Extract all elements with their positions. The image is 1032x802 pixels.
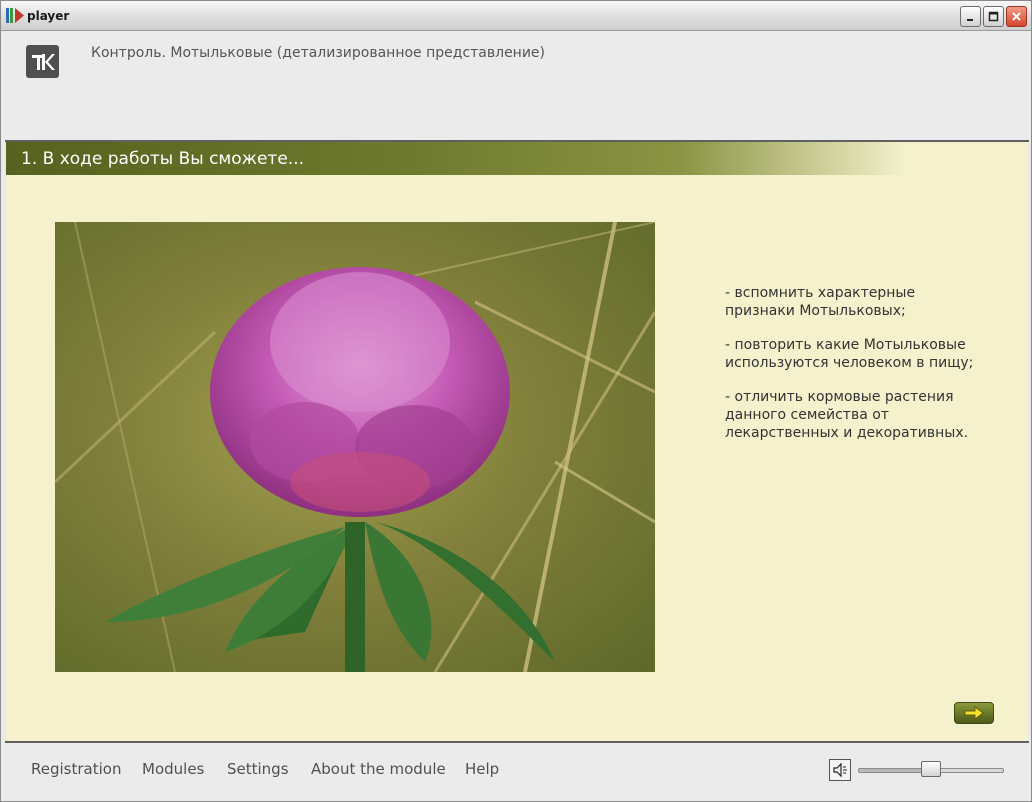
menu-settings[interactable]: Settings [227,760,289,778]
list-item: - вспомнить характерные признаки Мотыльк… [725,285,916,319]
minimize-button[interactable] [960,6,981,27]
section-title: 1. В ходе работы Вы сможете... [21,149,304,169]
close-button[interactable] [1006,6,1027,27]
window-title: player [27,9,70,23]
section-header: 1. В ходе работы Вы сможете... [6,142,906,175]
volume-slider-thumb[interactable] [921,761,941,777]
maximize-icon [988,11,999,22]
menu-help[interactable]: Help [465,760,499,778]
content-area: 1. В ходе работы Вы сможете... - вспомни… [6,142,1028,741]
logo-icon [32,54,55,70]
minimize-icon [967,19,973,21]
close-icon [1012,12,1021,21]
footer: Registration Modules Settings About the … [6,743,1028,799]
maximize-button[interactable] [983,6,1004,27]
next-button[interactable] [954,702,994,724]
arrow-right-icon [964,706,984,720]
player-window: player Контроль. Мотыльковые (детализиро… [0,0,1032,802]
objectives-list: - вспомнить характерные признаки Мотыльк… [725,284,985,458]
menu-registration[interactable]: Registration [31,760,121,778]
menu-about-module[interactable]: About the module [311,760,446,778]
title-bar[interactable]: player [1,1,1031,31]
speaker-icon [833,762,847,778]
mute-button[interactable] [829,759,851,781]
clover-flower-photo [55,222,655,672]
menu-modules[interactable]: Modules [142,760,204,778]
logo [26,45,59,78]
clover-photo [55,222,655,672]
list-item: - повторить какие Мотыльковые используют… [725,337,974,371]
page-title: Контроль. Мотыльковые (детализированное … [91,45,546,61]
app-icon [6,8,24,23]
header: Контроль. Мотыльковые (детализированное … [6,32,1028,140]
list-item: - отличить кормовые растения данного сем… [725,389,969,441]
